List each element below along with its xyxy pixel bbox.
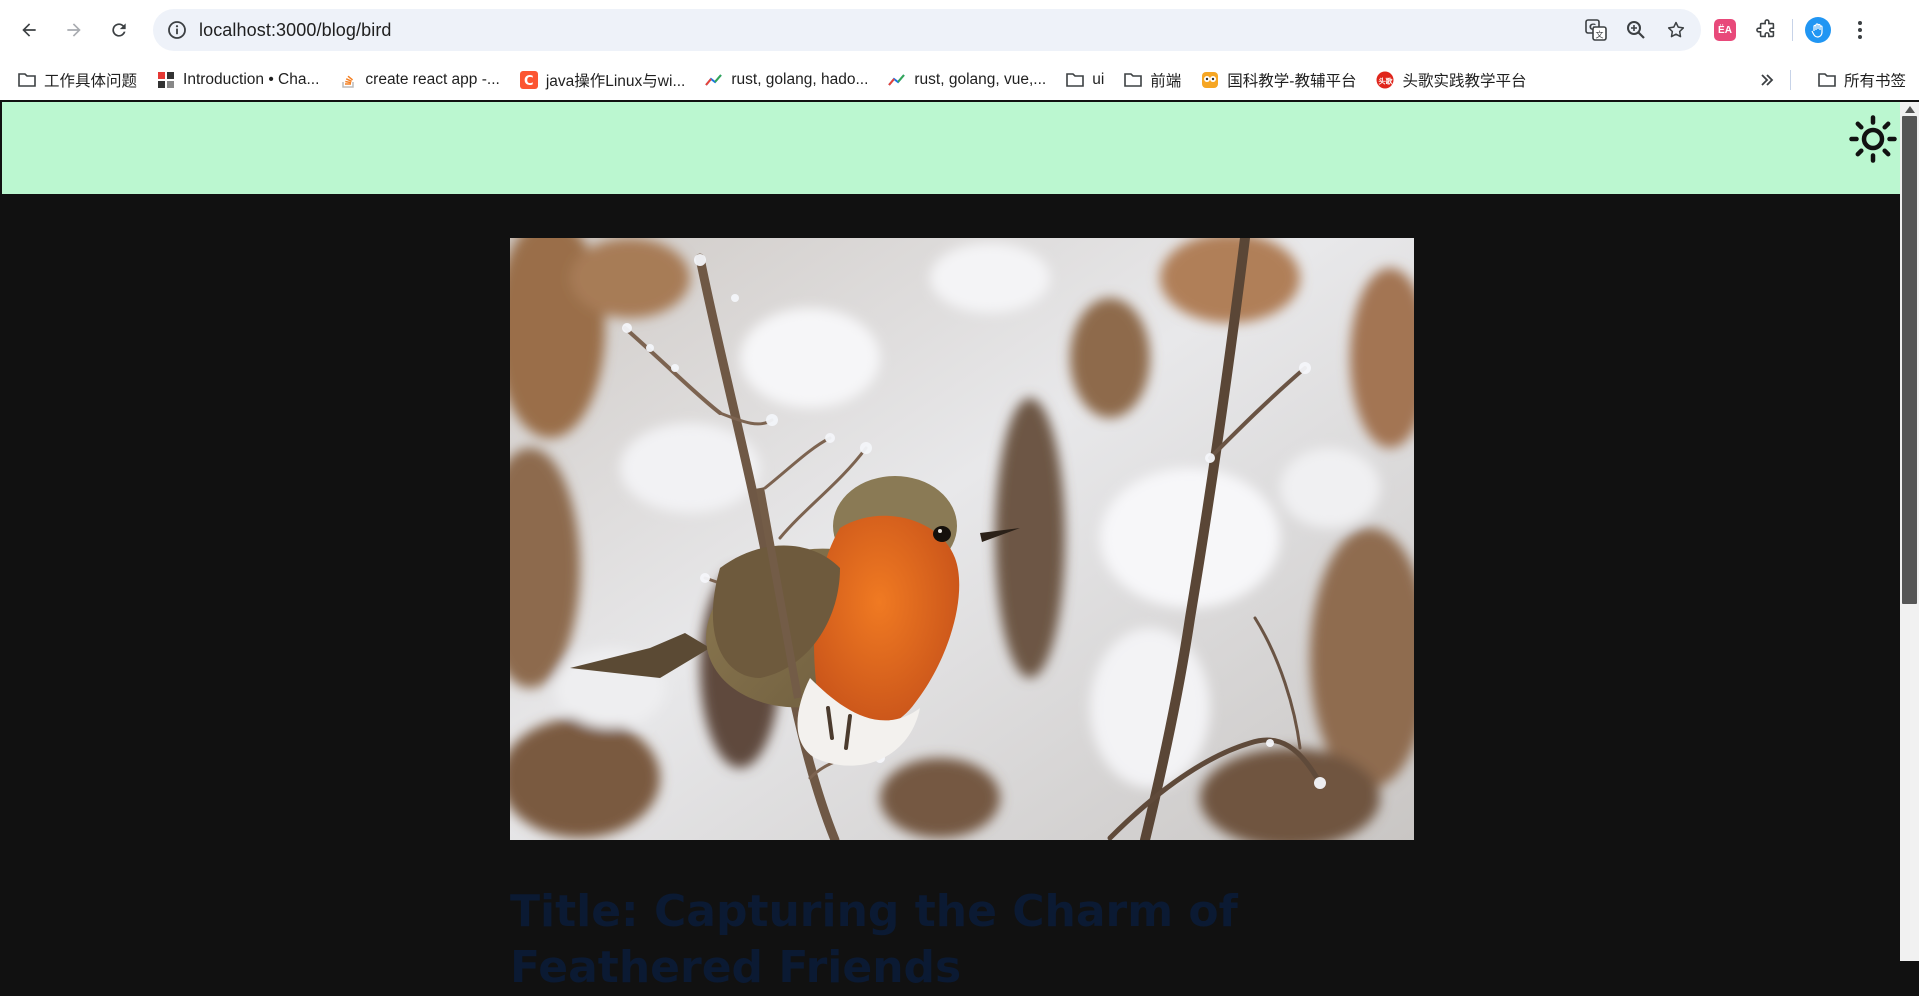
forward-button[interactable]	[56, 12, 92, 48]
svg-text:头歌: 头歌	[1379, 77, 1394, 86]
bookmarks-bar: 工作具体问题 Introduction • Cha... create reac…	[0, 60, 1919, 100]
menu-button[interactable]	[1843, 13, 1877, 47]
kebab-menu-icon	[1858, 21, 1862, 39]
extensions-button[interactable]	[1750, 13, 1784, 47]
bookmarks-divider	[1790, 70, 1791, 90]
owl-favicon	[1201, 71, 1219, 89]
svg-text:C: C	[524, 74, 534, 89]
scrollbar-thumb[interactable]	[1902, 116, 1917, 604]
bookmark-item[interactable]: ui	[1056, 64, 1114, 96]
bookmark-item[interactable]: rust, golang, hado...	[695, 64, 878, 96]
bookmark-item[interactable]: create react app -...	[329, 64, 509, 96]
folder-icon	[1124, 71, 1143, 89]
translate-icon[interactable]: G文	[1579, 13, 1613, 47]
blog-post: Title: Capturing the Charm of Feathered …	[2, 194, 1900, 993]
post-title: Title: Capturing the Charm of Feathered …	[510, 886, 1238, 993]
trend-favicon	[888, 71, 906, 89]
zoom-icon[interactable]	[1619, 13, 1653, 47]
page-scrollbar[interactable]	[1900, 102, 1919, 961]
folder-icon	[18, 71, 36, 89]
hand-icon	[1811, 23, 1823, 38]
bookmark-item[interactable]: 国科教学-教辅平台	[1191, 64, 1366, 96]
bookmark-item[interactable]: 工作具体问题	[8, 64, 147, 96]
extension-translate-button[interactable]: ЁА	[1708, 13, 1742, 47]
csdn-favicon: C	[519, 71, 538, 89]
folder-icon	[1066, 71, 1085, 89]
all-bookmarks-button[interactable]: 所有书签	[1808, 64, 1916, 96]
toutiao-favicon: 头歌	[1376, 71, 1394, 89]
browser-toolbar: localhost:3000/blog/bird G文 ЁА	[0, 0, 1919, 60]
bookmark-item[interactable]: 头歌 头歌实践教学平台	[1366, 64, 1536, 96]
puzzle-icon	[1756, 19, 1775, 38]
profile-button[interactable]	[1801, 13, 1835, 47]
chakra-favicon	[157, 71, 175, 89]
bookmark-item[interactable]: Introduction • Cha...	[147, 64, 329, 96]
chevron-double-right-icon	[1758, 71, 1776, 89]
bookmark-star-icon[interactable]	[1659, 13, 1693, 47]
address-bar[interactable]: localhost:3000/blog/bird G文	[153, 9, 1701, 51]
site-header	[2, 102, 1900, 194]
url-text[interactable]: localhost:3000/blog/bird	[199, 20, 392, 41]
stackoverflow-favicon	[339, 71, 357, 89]
sun-icon	[1849, 115, 1897, 163]
trend-favicon	[705, 71, 723, 89]
site-info-icon[interactable]	[165, 18, 189, 42]
folder-icon	[1818, 71, 1836, 89]
avatar	[1805, 17, 1831, 43]
svg-text:文: 文	[1596, 30, 1604, 40]
theme-toggle-button[interactable]	[1848, 114, 1898, 164]
toolbar-divider	[1792, 19, 1793, 41]
reload-button[interactable]	[101, 12, 137, 48]
arrow-right-icon	[67, 23, 81, 37]
bookmark-item[interactable]: 前端	[1114, 64, 1191, 96]
reload-icon	[112, 23, 126, 37]
bookmarks-overflow-button[interactable]	[1748, 64, 1786, 96]
scroll-up-icon[interactable]	[1905, 106, 1915, 113]
bookmark-item[interactable]: C java操作Linux与wi...	[510, 64, 696, 96]
arrow-left-icon	[22, 23, 36, 37]
back-button[interactable]	[11, 12, 47, 48]
extension-badge-icon: ЁА	[1714, 19, 1736, 41]
bookmark-item[interactable]: rust, golang, vue,...	[878, 64, 1056, 96]
hero-image	[510, 238, 1414, 840]
